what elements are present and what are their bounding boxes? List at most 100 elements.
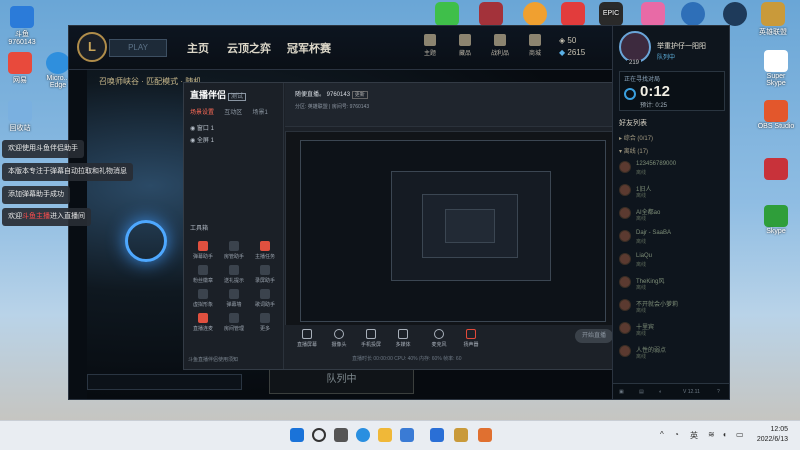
tool-danmaku[interactable]: 弹幕助手 (188, 241, 218, 260)
nav-tab-tft[interactable]: 云顶之弈 (227, 40, 271, 56)
scene-source-item[interactable]: ◉ 窗口 1 (190, 123, 214, 132)
store-icon[interactable] (400, 428, 414, 442)
nav-tab-clash[interactable]: 冠军杯赛 (287, 40, 331, 56)
collection-button[interactable]: 藏品 (449, 34, 481, 57)
voice-icon[interactable]: ◐ (659, 389, 662, 395)
douyu-desktop-icon[interactable]: 斗鱼 9760143 (2, 6, 42, 46)
lol-desktop-icon[interactable]: 英雄联盟 (756, 2, 790, 37)
friend-group-header[interactable]: ▾ 离线 (17) (619, 146, 648, 155)
theme-button[interactable]: 主题 (414, 34, 446, 57)
streamer-task-icon (260, 241, 270, 251)
red-app-desktop-icon[interactable] (756, 158, 796, 181)
tab-interaction[interactable]: 互动区 (224, 110, 242, 116)
tool-fan-badge[interactable]: 粉丝徽章 (188, 265, 218, 284)
tab-scene-1[interactable]: 场景1 (253, 110, 268, 116)
recycle-bin-icon (8, 100, 32, 122)
tray-chevron-icon[interactable]: ^ (660, 430, 664, 439)
friend-name: 123456789000 (636, 161, 677, 167)
currency-display[interactable]: ◈ 50 ◆ 2615 (559, 35, 585, 59)
nav-tab-home[interactable]: 主页 (187, 40, 209, 56)
tool-avatar[interactable]: 虚拟形象 (188, 289, 218, 308)
queue-status-button[interactable]: 队列中 (269, 366, 414, 394)
source-phone-button[interactable]: 手机投屏 (357, 329, 385, 348)
stream-footer-note[interactable]: 斗鱼直播伴侣使用须知 (188, 356, 238, 363)
profile-avatar[interactable] (619, 31, 651, 63)
tool-cohost[interactable]: 直播连麦 (188, 313, 218, 332)
speaker-button[interactable]: 扬声器 (457, 329, 485, 348)
obs-desktop-icon[interactable]: OBS Studio (756, 100, 796, 130)
tool-more[interactable]: 更多 (250, 313, 280, 332)
play-button[interactable]: PLAY (109, 39, 167, 57)
help-icon[interactable]: ? (717, 389, 720, 395)
tool-streamer-task[interactable]: 主播任务 (250, 241, 280, 260)
ime-indicator[interactable]: 英 (690, 430, 698, 441)
lol-logo[interactable]: L (77, 32, 107, 62)
netease-desktop-icon[interactable]: 网易 (0, 52, 40, 85)
preview-nested-frame (422, 194, 518, 258)
friend-item[interactable]: AI全都ao 离线 (619, 205, 727, 225)
skype-desktop-icon[interactable]: Skype (756, 205, 796, 235)
stream-companion-icon[interactable] (478, 428, 492, 442)
volume-icon[interactable]: ◖ (722, 430, 727, 439)
douyu-icon[interactable] (430, 428, 444, 442)
friend-avatar (619, 230, 631, 242)
super-skype-desktop-icon[interactable]: Super Skype (756, 50, 796, 87)
friend-item[interactable]: TheKing风 离线 (619, 274, 727, 294)
red-app-icon (764, 158, 788, 180)
start-stream-button[interactable]: 开始直播 (575, 329, 613, 343)
friend-item[interactable]: 人性的弱点 离线 (619, 343, 727, 363)
qq-desktop-icon[interactable] (556, 2, 590, 27)
scene-source-label: 全屏 1 (196, 138, 214, 144)
epic-desktop-icon[interactable]: EPIC (594, 2, 628, 27)
chat-icon[interactable]: ▣ (619, 389, 624, 395)
tool-lyrics[interactable]: 歌词助手 (250, 289, 280, 308)
notification-text: 进入直播间 (50, 213, 85, 220)
scene-source-item[interactable]: ◉ 全屏 1 (190, 135, 214, 144)
tray-app-icon[interactable]: ◔ (674, 430, 679, 439)
clock[interactable]: 12:05 2022/6/13 (757, 425, 788, 445)
edge-icon[interactable] (356, 428, 370, 442)
friend-item[interactable]: 1旧人 离线 (619, 182, 727, 202)
tool-room-admin[interactable]: 房管助手 (219, 241, 249, 260)
loot-button[interactable]: 战利品 (484, 34, 516, 57)
recycle-bin-desktop-icon[interactable]: 回收站 (0, 100, 40, 133)
microphone-button[interactable]: 麦克风 (425, 329, 453, 348)
wechat-desktop-icon[interactable] (430, 2, 464, 27)
friend-group-header[interactable]: ▸ 综合 (0/17) (619, 133, 653, 142)
source-camera-button[interactable]: 摄像头 (325, 329, 353, 348)
group-label: 离线 (17) (623, 149, 649, 155)
friend-item[interactable]: 十里宾 离线 (619, 320, 727, 340)
anime-desktop-icon[interactable] (636, 2, 670, 27)
blue-essence-value: 2615 (567, 48, 586, 57)
friend-item[interactable]: LiaQu 离线 (619, 251, 727, 271)
tool-gift-alert[interactable]: 送礼提示 (219, 265, 249, 284)
clipboard-icon[interactable]: ▤ (639, 389, 644, 395)
start-icon[interactable] (290, 428, 304, 442)
task-view-icon[interactable] (334, 428, 348, 442)
tool-recorder[interactable]: 录屏助手 (250, 265, 280, 284)
tool-room-manage[interactable]: 房间管理 (219, 313, 249, 332)
tool-danmaku-wall[interactable]: 弹幕墙 (219, 289, 249, 308)
wifi-icon[interactable]: ≋ (708, 430, 715, 439)
search-icon[interactable] (312, 428, 326, 442)
overwatch-desktop-icon[interactable] (518, 2, 552, 27)
friend-item[interactable]: Dajr - SaaBA 离线 (619, 228, 727, 248)
store-button[interactable]: 商城 (519, 34, 551, 57)
steam-desktop-icon[interactable] (718, 2, 752, 27)
profile-name[interactable]: 举重护仔一阳阳 (657, 41, 706, 51)
chat-input[interactable] (87, 374, 242, 390)
clock-date: 2022/6/13 (756, 436, 788, 443)
source-screen-button[interactable]: 直播屏幕 (293, 329, 321, 348)
desktop-icon-label: Skype (766, 228, 786, 235)
friend-item[interactable]: 不开就会小萝莉 离线 (619, 297, 727, 317)
room-tag[interactable]: 更新 (351, 91, 368, 99)
friend-item[interactable]: 123456789000 离线 (619, 159, 727, 179)
app-desktop-icon[interactable] (474, 2, 508, 27)
lol-icon[interactable] (454, 428, 468, 442)
source-media-button[interactable]: 多媒体 (389, 329, 417, 348)
tab-scene-settings[interactable]: 场景设置 (190, 110, 214, 116)
taskbar: ^ ◔ 英 ≋ ◖ ▭ 12:05 2022/6/13 (0, 420, 800, 450)
app2-desktop-icon[interactable] (676, 2, 710, 27)
battery-icon[interactable]: ▭ (736, 430, 744, 439)
file-explorer-icon[interactable] (378, 428, 392, 442)
